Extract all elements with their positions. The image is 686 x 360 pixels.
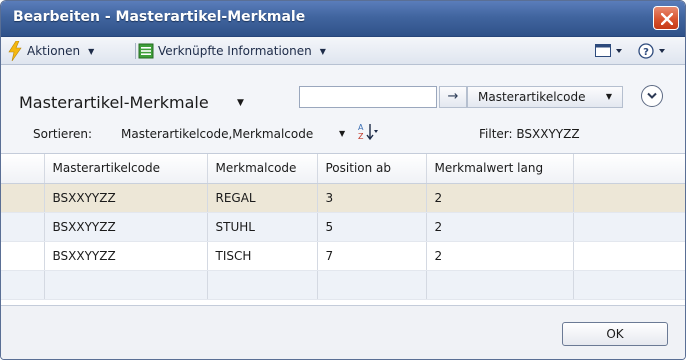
help-icon: ?: [638, 43, 665, 59]
lightning-icon: [8, 41, 22, 61]
column-header-filler: [573, 154, 685, 184]
search-input[interactable]: [299, 86, 437, 108]
table-header-row: Masterartikelcode Merkmalcode Position a…: [1, 154, 685, 184]
table-cell-filler: [573, 241, 685, 271]
table-row[interactable]: BSXXYYZZ STUHL 5 2: [1, 212, 685, 242]
column-header[interactable]: Merkmalwert lang: [426, 154, 574, 184]
column-header[interactable]: Merkmalcode: [207, 154, 318, 184]
table-cell-filler: [573, 183, 685, 213]
search-field-select[interactable]: Masterartikelcode ▼: [467, 86, 623, 108]
expand-filter-button[interactable]: [641, 85, 663, 107]
table-cell[interactable]: 3: [317, 183, 427, 213]
table-cell[interactable]: [426, 270, 574, 300]
arrow-right-icon: →: [447, 89, 459, 104]
table-cell[interactable]: [44, 270, 208, 300]
sort-ascending-icon[interactable]: A Z: [357, 122, 379, 142]
help-menu[interactable]: ?: [638, 43, 674, 62]
svg-text:?: ?: [643, 47, 649, 58]
actions-menu[interactable]: Aktionen ▼: [27, 37, 94, 65]
table-cell[interactable]: 2: [426, 183, 574, 213]
chevron-down-icon: [647, 92, 657, 99]
svg-text:Z: Z: [358, 132, 364, 141]
related-info-label: Verknüpfte Informationen: [158, 44, 312, 58]
table-cell[interactable]: BSXXYYZZ: [44, 183, 208, 213]
table-cell-filler: [573, 212, 685, 242]
column-header[interactable]: Position ab: [317, 154, 427, 184]
actions-label: Aktionen: [27, 44, 81, 58]
chevron-down-icon: ▼: [88, 46, 95, 56]
window-title: Bearbeiten - Masterartikel-Merkmale: [13, 9, 306, 25]
svg-text:A: A: [358, 123, 364, 132]
ok-button[interactable]: OK: [562, 322, 668, 346]
records-table: Masterartikelcode Merkmalcode Position a…: [1, 154, 685, 300]
close-button[interactable]: [653, 6, 679, 30]
dialog-footer: OK: [1, 305, 685, 359]
table-cell-filler: [573, 270, 685, 300]
layout-icon: [595, 44, 622, 57]
search-go-button[interactable]: →: [439, 86, 467, 108]
table-cell[interactable]: 2: [426, 212, 574, 242]
table-row[interactable]: BSXXYYZZ REGAL 3 2: [1, 183, 685, 213]
column-header[interactable]: Masterartikelcode: [44, 154, 208, 184]
filter-text: Filter: BSXXYYZZ: [479, 127, 580, 141]
table-cell[interactable]: BSXXYYZZ: [44, 241, 208, 271]
title-bar[interactable]: Bearbeiten - Masterartikel-Merkmale: [1, 1, 685, 37]
sort-label: Sortieren:: [33, 127, 93, 141]
sort-selector[interactable]: Masterartikelcode,Merkmalcode: [121, 127, 313, 141]
search-field-value: Masterartikelcode: [478, 90, 586, 104]
chevron-down-icon[interactable]: ▼: [237, 98, 244, 108]
table-cell[interactable]: 5: [317, 212, 427, 242]
chevron-down-icon: ▼: [319, 46, 326, 56]
table-cell[interactable]: [317, 270, 427, 300]
action-toolbar: Aktionen ▼ Verknüpfte Informationen ▼ ?: [1, 37, 685, 65]
chevron-down-icon[interactable]: ▼: [339, 129, 345, 138]
layout-menu[interactable]: [595, 44, 625, 61]
dialog-window: Bearbeiten - Masterartikel-Merkmale Akti…: [0, 0, 686, 360]
related-info-menu[interactable]: Verknüpfte Informationen ▼: [138, 37, 326, 65]
table-cell[interactable]: REGAL: [207, 183, 318, 213]
row-selector[interactable]: [1, 183, 45, 213]
list-header: Masterartikel-Merkmale ▼ → Masterartikel…: [1, 65, 685, 153]
row-selector[interactable]: [1, 241, 45, 271]
row-selector[interactable]: [1, 212, 45, 242]
data-grid: Masterartikelcode Merkmalcode Position a…: [1, 153, 685, 305]
toolbar-divider: [135, 43, 136, 59]
row-selector[interactable]: [1, 270, 45, 300]
empty-row[interactable]: [1, 270, 685, 300]
close-icon: [661, 13, 673, 25]
table-cell[interactable]: [207, 270, 318, 300]
table-cell[interactable]: 7: [317, 241, 427, 271]
table-cell[interactable]: 2: [426, 241, 574, 271]
table-cell[interactable]: TISCH: [207, 241, 318, 271]
chevron-down-icon: ▼: [605, 92, 612, 101]
table-cell[interactable]: STUHL: [207, 212, 318, 242]
related-info-icon: [138, 43, 154, 59]
table-cell[interactable]: BSXXYYZZ: [44, 212, 208, 242]
row-selector-header: [1, 154, 45, 184]
table-row[interactable]: BSXXYYZZ TISCH 7 2: [1, 241, 685, 271]
page-title[interactable]: Masterartikel-Merkmale: [19, 93, 209, 112]
